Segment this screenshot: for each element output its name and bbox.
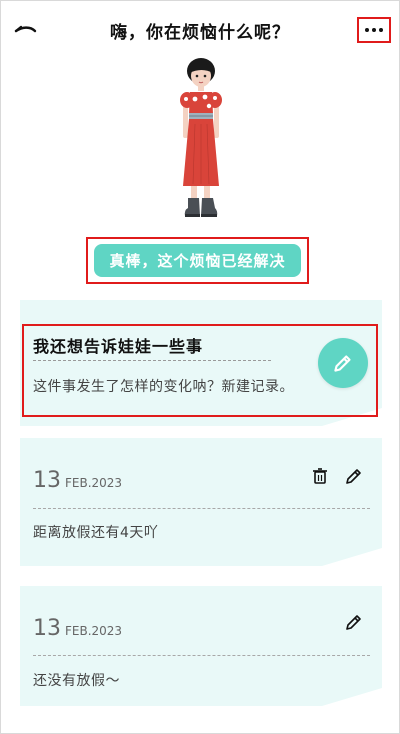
entry-day: 13 — [33, 468, 61, 493]
doll-illustration — [180, 58, 222, 217]
entry-text: 距离放假还有4天吖 — [33, 525, 159, 541]
new-record-heading: 我还想告诉娃娃一些事 — [33, 337, 204, 356]
more-button[interactable] — [357, 17, 391, 43]
pencil-icon — [334, 355, 351, 372]
new-record-hint[interactable]: 这件事发生了怎样的变化呐？新建记录。 — [33, 376, 294, 396]
resolved-button[interactable]: 真棒，这个烦恼已经解决 — [94, 244, 301, 277]
pencil-icon[interactable] — [344, 612, 364, 632]
trash-icon[interactable] — [310, 466, 330, 486]
entry-text: 还没有放假～ — [33, 673, 120, 689]
entry-month-year: FEB.2023 — [65, 624, 123, 638]
divider — [33, 508, 370, 509]
new-record-edit-button[interactable] — [318, 338, 368, 388]
entry-date: 13 FEB.2023 — [33, 468, 122, 493]
entry-month-year: FEB.2023 — [65, 476, 123, 490]
divider — [33, 655, 370, 656]
page-title: 嗨，你在烦恼什么呢？ — [110, 23, 290, 43]
divider — [33, 360, 271, 361]
entry-date: 13 FEB.2023 — [33, 616, 122, 641]
pencil-icon[interactable] — [344, 466, 364, 486]
more-dots-icon — [365, 28, 383, 32]
entry-day: 13 — [33, 616, 61, 641]
journal-entry-card[interactable] — [20, 438, 382, 566]
